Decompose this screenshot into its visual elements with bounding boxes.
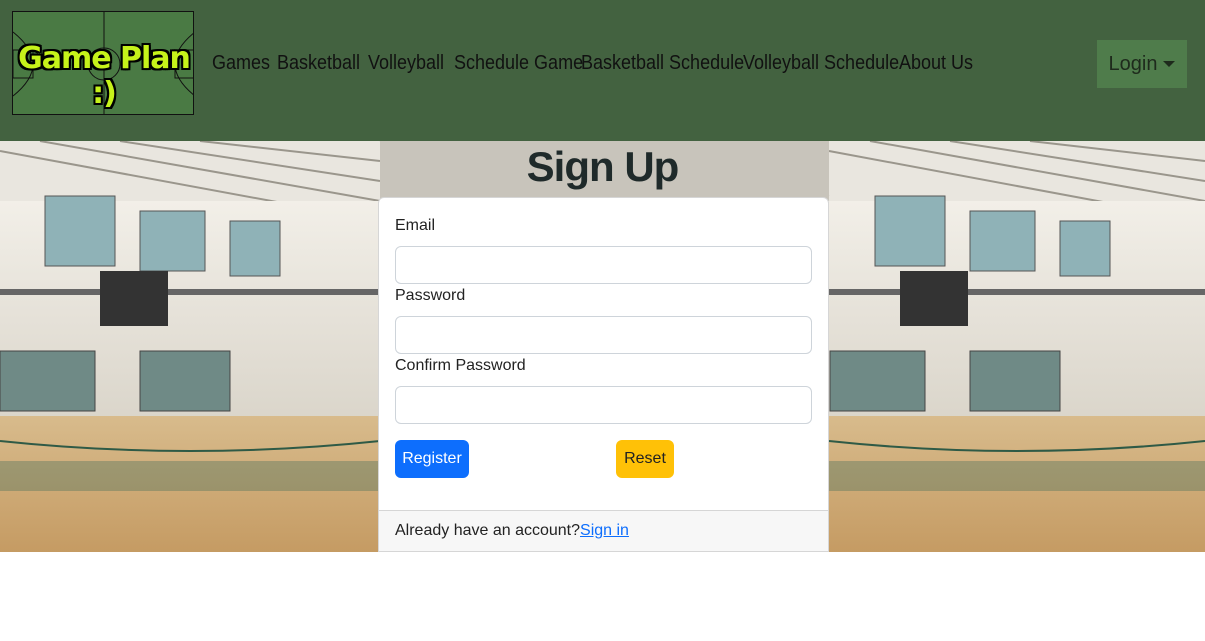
nav-link-volleyball-schedule[interactable]: Volleyball Schedule (743, 52, 899, 75)
signin-link[interactable]: Sign in (580, 522, 629, 539)
navbar: Game Plan :) Games Basketball Volleyball… (0, 0, 1205, 141)
email-label: Email (395, 217, 436, 234)
password-field[interactable] (395, 316, 812, 354)
logo[interactable]: Game Plan :) (12, 11, 194, 115)
page-title: Sign Up (526, 143, 680, 190)
signin-prompt: Already have an account? (395, 522, 581, 539)
reset-button[interactable]: Reset (616, 440, 674, 478)
nav-link-basketball-schedule[interactable]: Basketball Schedule (581, 52, 744, 75)
nav-link-about-us[interactable]: About Us (899, 52, 973, 75)
nav-link-schedule-game[interactable]: Schedule Game (454, 52, 583, 75)
caret-down-icon (1163, 61, 1176, 67)
nav-link-volleyball[interactable]: Volleyball (368, 52, 445, 75)
logo-text: Game Plan :) (18, 41, 191, 111)
password-label: Password (395, 287, 466, 304)
card-footer: Already have an account?Sign in (379, 510, 828, 551)
confirm-password-field[interactable] (395, 386, 812, 424)
signup-card: Email Password Confirm Password Register… (378, 197, 829, 552)
nav-link-basketball[interactable]: Basketball (277, 52, 360, 75)
register-button[interactable]: Register (395, 440, 469, 478)
login-label: Login (1108, 52, 1158, 75)
login-dropdown-button[interactable]: Login (1097, 40, 1187, 88)
confirm-password-label: Confirm Password (395, 357, 526, 374)
email-field[interactable] (395, 246, 812, 284)
nav-links: Games Basketball Volleyball Schedule Gam… (212, 52, 973, 75)
nav-link-games[interactable]: Games (212, 52, 271, 75)
